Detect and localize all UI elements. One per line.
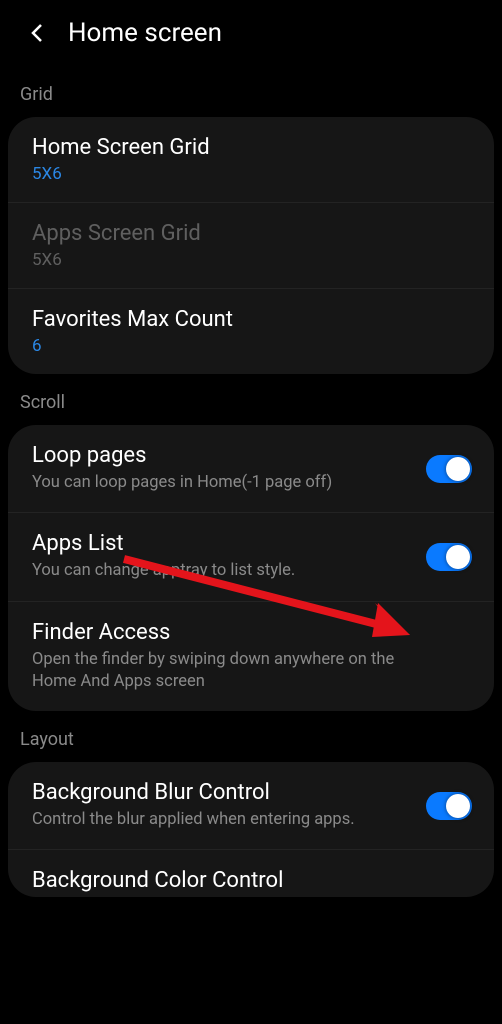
toggle-apps-list[interactable] [426, 543, 472, 571]
row-apps-screen-grid: Apps Screen Grid 5X6 [8, 202, 494, 288]
row-title: Apps List [32, 531, 470, 556]
row-value: 5X6 [32, 164, 470, 184]
row-title: Loop pages [32, 443, 470, 468]
row-finder-access[interactable]: Finder Access Open the finder by swiping… [8, 601, 494, 712]
row-apps-list[interactable]: Apps List You can change apptray to list… [8, 512, 494, 600]
row-bg-color[interactable]: Background Color Control [8, 849, 494, 897]
row-desc: Open the finder by swiping down anywhere… [32, 649, 412, 694]
section-header-grid: Grid [8, 66, 494, 117]
toggle-knob [446, 794, 470, 818]
row-desc: You can loop pages in Home(-1 page off) [32, 472, 412, 494]
row-desc: You can change apptray to list style. [32, 560, 412, 582]
toggle-bg-blur[interactable] [426, 792, 472, 820]
page-header: Home screen [8, 10, 494, 66]
row-value: 6 [32, 336, 470, 356]
row-title: Apps Screen Grid [32, 221, 470, 246]
row-home-screen-grid[interactable]: Home Screen Grid 5X6 [8, 117, 494, 202]
row-title: Home Screen Grid [32, 135, 470, 160]
card-grid: Home Screen Grid 5X6 Apps Screen Grid 5X… [8, 117, 494, 374]
row-favorites-max[interactable]: Favorites Max Count 6 [8, 288, 494, 374]
row-loop-pages[interactable]: Loop pages You can loop pages in Home(-1… [8, 425, 494, 512]
row-title: Favorites Max Count [32, 307, 470, 332]
section-header-layout: Layout [8, 711, 494, 762]
row-desc: Control the blur applied when entering a… [32, 809, 412, 831]
card-scroll: Loop pages You can loop pages in Home(-1… [8, 425, 494, 711]
row-bg-blur[interactable]: Background Blur Control Control the blur… [8, 762, 494, 849]
row-value: 5X6 [32, 250, 470, 270]
section-header-scroll: Scroll [8, 374, 494, 425]
card-layout: Background Blur Control Control the blur… [8, 762, 494, 897]
row-title: Background Color Control [32, 868, 470, 893]
toggle-loop-pages[interactable] [426, 455, 472, 483]
row-title: Background Blur Control [32, 780, 470, 805]
row-title: Finder Access [32, 620, 470, 645]
page-title: Home screen [68, 18, 222, 48]
toggle-knob [446, 457, 470, 481]
back-icon[interactable] [26, 21, 50, 45]
toggle-knob [446, 545, 470, 569]
